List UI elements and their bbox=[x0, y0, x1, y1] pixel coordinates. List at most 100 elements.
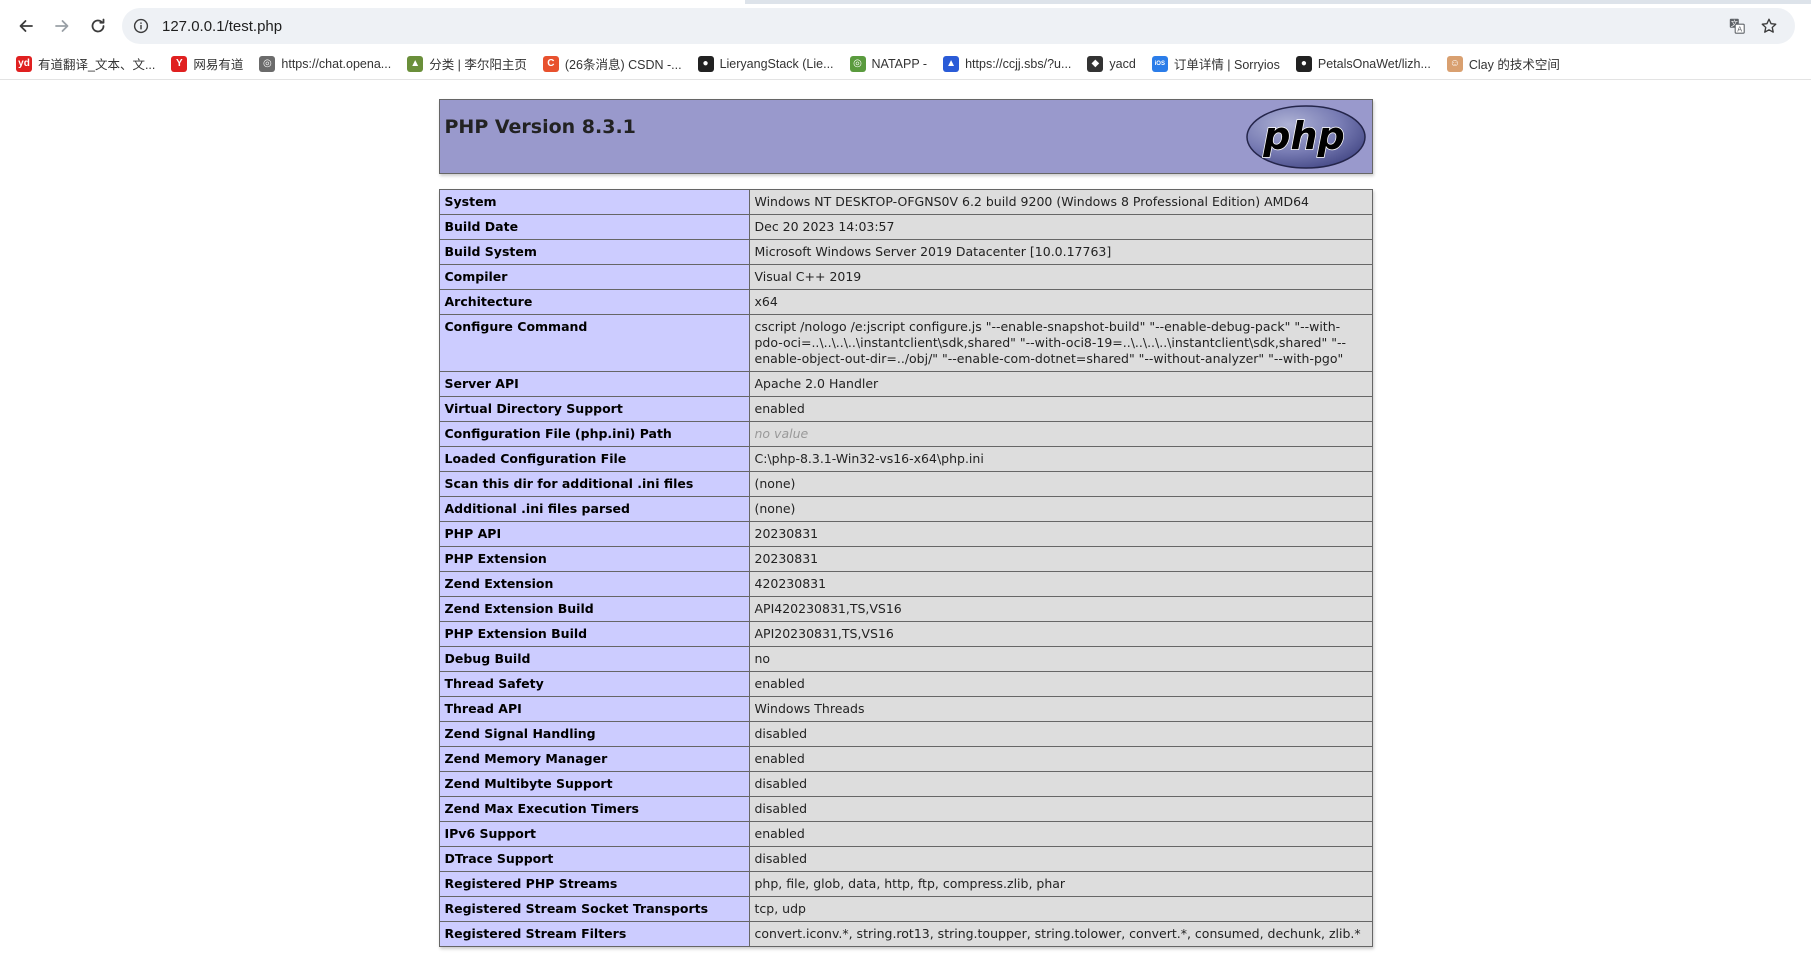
openai-icon: ◎ bbox=[259, 55, 276, 72]
table-row: Configure Command cscript /nologo /e:jscr… bbox=[438, 314, 1373, 372]
row-key: Architecture bbox=[438, 289, 750, 315]
avatar-icon: ☺ bbox=[1446, 55, 1463, 72]
bookmark-item[interactable]: ◎ https://chat.opena... bbox=[251, 50, 399, 78]
url-text[interactable]: 127.0.0.1/test.php bbox=[162, 18, 1719, 35]
row-value: Apache 2.0 Handler bbox=[748, 371, 1373, 397]
row-key: PHP Extension Build bbox=[438, 621, 750, 647]
table-row: Zend Extension Build API420230831,TS,VS16 bbox=[438, 596, 1373, 622]
bookmark-item[interactable]: ◆ yacd bbox=[1079, 50, 1143, 78]
row-value: Windows NT DESKTOP-OFGNS0V 6.2 build 920… bbox=[748, 189, 1373, 215]
star-bookmark-icon[interactable] bbox=[1755, 12, 1783, 40]
row-value: php, file, glob, data, http, ftp, compre… bbox=[748, 871, 1373, 897]
row-key: Build Date bbox=[438, 214, 750, 240]
row-key: Registered PHP Streams bbox=[438, 871, 750, 897]
table-row: PHP Extension 20230831 bbox=[438, 546, 1373, 572]
browser-chrome: 127.0.0.1/test.php 文A yd 有道翻译_文本、文... Y 网易有… bbox=[0, 0, 1811, 80]
table-row: Zend Signal Handling disabled bbox=[438, 721, 1373, 747]
bookmark-label: 分类 | 李尔阳主页 bbox=[429, 58, 527, 72]
row-key: Zend Max Execution Timers bbox=[438, 796, 750, 822]
row-key: Zend Memory Manager bbox=[438, 746, 750, 772]
svg-text:A: A bbox=[1737, 24, 1742, 33]
php-info-table: System Windows NT DESKTOP-OFGNS0V 6.2 bui… bbox=[438, 189, 1373, 947]
landscape-icon: ▲ bbox=[407, 55, 424, 72]
bookmark-item[interactable]: yd 有道翻译_文本、文... bbox=[8, 50, 163, 78]
php-logo-text: php bbox=[1262, 114, 1344, 158]
table-row: Debug Build no bbox=[438, 646, 1373, 672]
forward-button[interactable] bbox=[44, 8, 80, 44]
row-value: Windows Threads bbox=[748, 696, 1373, 722]
row-key: Registered Stream Socket Transports bbox=[438, 896, 750, 922]
row-value: x64 bbox=[748, 289, 1373, 315]
table-row: IPv6 Support enabled bbox=[438, 821, 1373, 847]
row-key: Zend Signal Handling bbox=[438, 721, 750, 747]
table-row: DTrace Support disabled bbox=[438, 846, 1373, 872]
github-icon: ● bbox=[1295, 55, 1312, 72]
row-key: DTrace Support bbox=[438, 846, 750, 872]
row-key: IPv6 Support bbox=[438, 821, 750, 847]
csdn-icon: C bbox=[542, 55, 559, 72]
row-value: (none) bbox=[748, 471, 1373, 497]
table-row: Scan this dir for additional .ini files(… bbox=[438, 471, 1373, 497]
bookmark-item[interactable]: ◎ NATAPP - bbox=[842, 50, 936, 78]
bookmark-label: LieryangStack (Lie... bbox=[719, 56, 834, 71]
no-value-text: no value bbox=[754, 426, 809, 441]
row-key: PHP Extension bbox=[438, 546, 750, 572]
table-row: Server API Apache 2.0 Handler bbox=[438, 371, 1373, 397]
reload-button[interactable] bbox=[80, 8, 116, 44]
bookmark-item[interactable]: iOS 订单详情 | Sorryios bbox=[1144, 50, 1288, 78]
row-value: Visual C++ 2019 bbox=[748, 264, 1373, 290]
row-value: Microsoft Windows Server 2019 Datacenter… bbox=[748, 239, 1373, 265]
row-key: Scan this dir for additional .ini files bbox=[438, 471, 750, 497]
row-key: Build System bbox=[438, 239, 750, 265]
php-version-header: PHP Version 8.3.1 php bbox=[438, 99, 1373, 174]
row-value: enabled bbox=[748, 671, 1373, 697]
bookmark-item[interactable]: ☺ Clay 的技术空间 bbox=[1439, 50, 1568, 78]
row-key: Debug Build bbox=[438, 646, 750, 672]
row-key: Zend Extension Build bbox=[438, 596, 750, 622]
site-info-icon[interactable] bbox=[132, 17, 150, 35]
bookmark-item[interactable]: Y 网易有道 bbox=[163, 50, 251, 78]
bookmark-item[interactable]: ● PetalsOnaWet/lizh... bbox=[1288, 50, 1439, 78]
table-row: Zend Memory Manager enabled bbox=[438, 746, 1373, 772]
row-value: API20230831,TS,VS16 bbox=[748, 621, 1373, 647]
table-row: PHP API 20230831 bbox=[438, 521, 1373, 547]
active-tab-edge[interactable] bbox=[0, 0, 745, 4]
bookmark-label: 网易有道 bbox=[193, 58, 244, 72]
table-row: Build System Microsoft Windows Server 201… bbox=[438, 239, 1373, 265]
netease-youdao-icon: Y bbox=[171, 55, 188, 72]
row-key: PHP API bbox=[438, 521, 750, 547]
translate-icon[interactable]: 文A bbox=[1723, 12, 1751, 40]
table-row: System Windows NT DESKTOP-OFGNS0V 6.2 bui… bbox=[438, 189, 1373, 215]
table-row: Registered Stream Filters convert.iconv.*… bbox=[438, 921, 1373, 947]
bookmarks-bar: yd 有道翻译_文本、文... Y 网易有道 ◎ https://chat.opena..… bbox=[0, 48, 1811, 80]
row-value: (none) bbox=[748, 496, 1373, 522]
address-bar[interactable]: 127.0.0.1/test.php 文A bbox=[122, 8, 1795, 44]
row-value: no value bbox=[748, 421, 1373, 447]
row-key: Registered Stream Filters bbox=[438, 921, 750, 947]
row-value: convert.iconv.*, string.rot13, string.to… bbox=[748, 921, 1373, 947]
row-value: disabled bbox=[748, 846, 1373, 872]
row-value: Dec 20 2023 14:03:57 bbox=[748, 214, 1373, 240]
bookmark-item[interactable]: ▲ 分类 | 李尔阳主页 bbox=[399, 50, 535, 78]
row-key: Virtual Directory Support bbox=[438, 396, 750, 422]
youdao-icon: yd bbox=[16, 55, 32, 72]
page-title: PHP Version 8.3.1 bbox=[444, 116, 636, 138]
bookmark-item[interactable]: ▲ https://ccjj.sbs/?u... bbox=[935, 50, 1079, 78]
bookmark-item[interactable]: ● LieryangStack (Lie... bbox=[690, 50, 842, 78]
row-key: System bbox=[438, 189, 750, 215]
ios-icon: iOS bbox=[1151, 55, 1168, 72]
arrow-right-icon bbox=[55, 20, 69, 32]
bookmark-label: PetalsOnaWet/lizh... bbox=[1317, 56, 1431, 71]
bookmark-label: yacd bbox=[1109, 56, 1136, 71]
table-row: Architecture x64 bbox=[438, 289, 1373, 315]
row-key: Loaded Configuration File bbox=[438, 446, 750, 472]
bookmark-item[interactable]: C (26条消息) CSDN -... bbox=[535, 50, 690, 78]
table-row: Registered PHP Streams php, file, glob, d… bbox=[438, 871, 1373, 897]
back-button[interactable] bbox=[8, 8, 44, 44]
row-value: enabled bbox=[748, 821, 1373, 847]
bookmark-label: (26条消息) CSDN -... bbox=[564, 58, 682, 72]
row-key: Server API bbox=[438, 371, 750, 397]
bookmark-label: NATAPP - bbox=[871, 56, 928, 71]
table-row: Thread Safety enabled bbox=[438, 671, 1373, 697]
table-row: Zend Max Execution Timers disabled bbox=[438, 796, 1373, 822]
